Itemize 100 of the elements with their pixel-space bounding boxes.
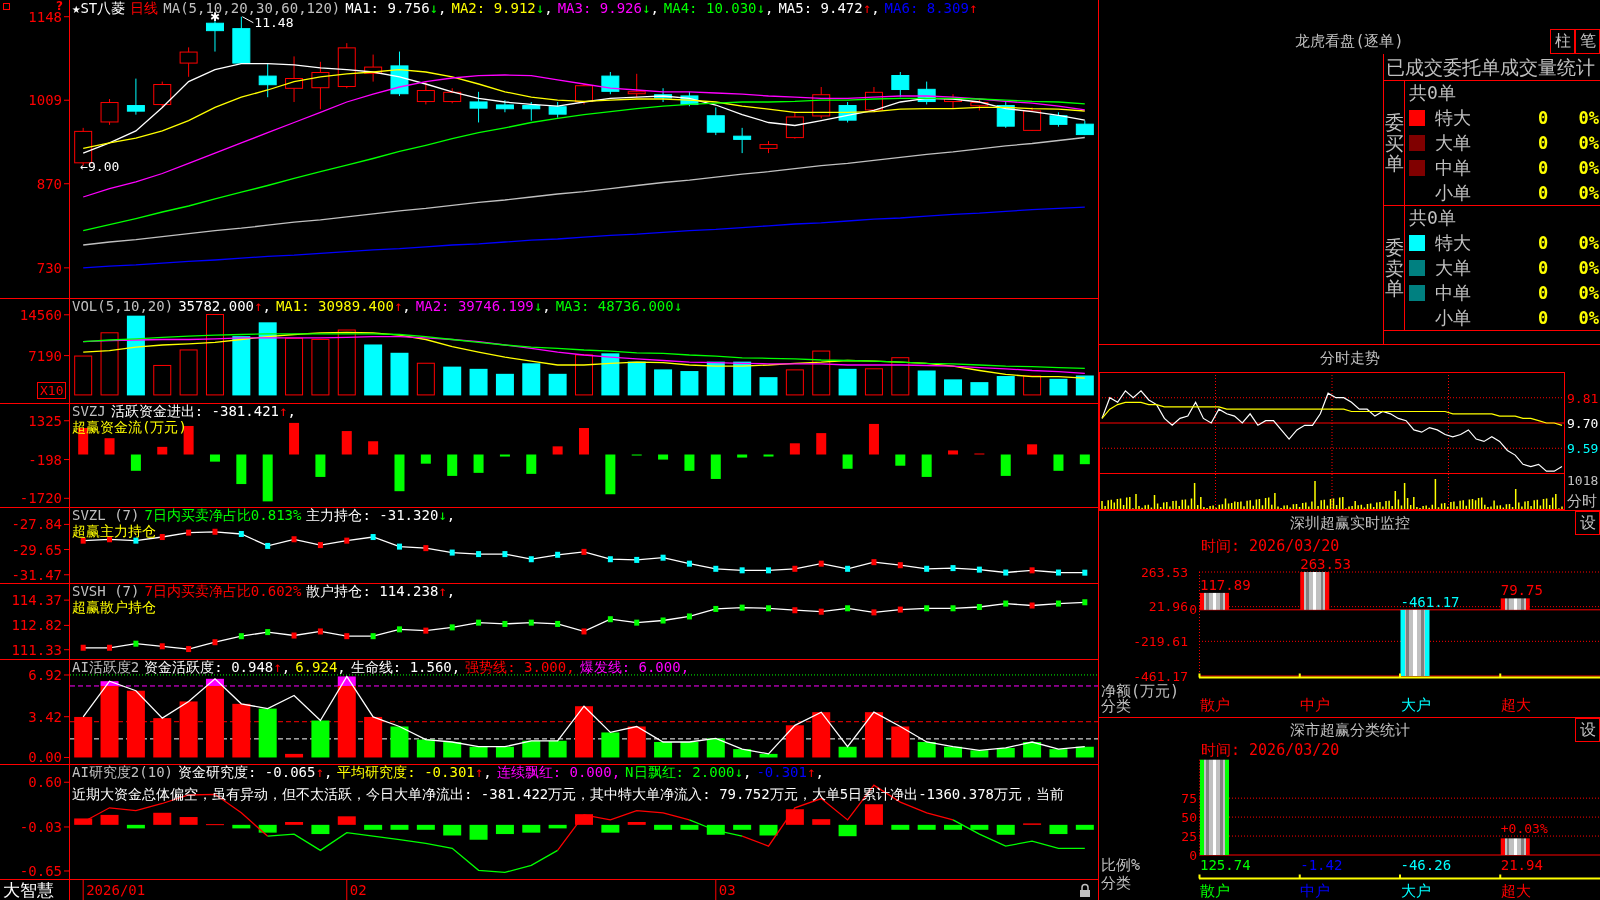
candlestick xyxy=(864,86,883,113)
research-bar xyxy=(706,824,725,835)
axis-label: 21.96 xyxy=(1148,599,1188,615)
category-label: 中户 xyxy=(1300,882,1331,900)
activity-bar xyxy=(179,701,198,758)
volume-bar xyxy=(970,382,989,396)
volume-bar xyxy=(495,373,514,396)
fund-flow-bar xyxy=(1027,444,1038,455)
volume-bar xyxy=(917,370,936,396)
help-mark[interactable]: ? xyxy=(56,0,63,13)
activity-bar xyxy=(917,741,936,758)
volume-bar xyxy=(601,353,620,396)
candlestick xyxy=(179,46,198,78)
activity-bar xyxy=(390,726,409,758)
research-bar xyxy=(443,824,462,836)
candlestick xyxy=(522,101,541,122)
candlestick xyxy=(337,42,356,89)
volume-bar xyxy=(443,366,462,396)
candlestick xyxy=(469,91,488,123)
activity-bar xyxy=(575,706,593,758)
value-label: 21.94 xyxy=(1500,857,1543,873)
candlestick xyxy=(495,99,514,113)
signal-marker xyxy=(212,639,218,646)
fund-flow-bar xyxy=(658,454,669,460)
candlestick xyxy=(601,71,620,95)
axis-label: 25 xyxy=(1181,828,1197,844)
axis-label: -29.65 xyxy=(11,541,62,558)
signal-marker xyxy=(291,632,297,639)
settings-button[interactable]: 设 xyxy=(1575,718,1600,742)
axis-label: 75 xyxy=(1181,790,1197,806)
order-share: 0% xyxy=(1578,282,1600,303)
volume-bar xyxy=(469,368,488,396)
axis-label: 50 xyxy=(1181,809,1197,825)
signal-marker xyxy=(581,548,587,555)
order-size-label: 中单 xyxy=(1435,280,1471,305)
table-title: 已成交委托单成交量统计 xyxy=(1384,54,1600,81)
legend-item: SVZL (7) xyxy=(72,508,140,523)
activity-bar xyxy=(759,753,778,758)
order-share: 0% xyxy=(1578,232,1600,253)
section-title: 分时走势 xyxy=(1319,349,1380,368)
order-total: 共0单 xyxy=(1409,206,1456,230)
volume-bar xyxy=(522,363,541,396)
settings-button[interactable]: 设 xyxy=(1575,511,1600,535)
activity-bar xyxy=(1075,746,1094,758)
axis-label: -0.65 xyxy=(19,863,62,879)
section-title: 深圳超赢实时监控 xyxy=(1289,513,1410,533)
activity-bar xyxy=(601,732,620,758)
order-share: 0% xyxy=(1578,157,1600,178)
signal-marker xyxy=(976,604,982,610)
research-bar xyxy=(654,824,673,830)
axis-label: 7190 xyxy=(28,347,62,364)
order-total: 共0单 xyxy=(1409,81,1456,105)
volume-bar xyxy=(311,338,330,396)
signal-marker xyxy=(502,620,508,627)
signal-marker xyxy=(80,644,86,651)
research-bar xyxy=(337,816,356,825)
order-count: 0 xyxy=(1537,157,1549,178)
view-toggle-button[interactable]: 柱 xyxy=(1550,29,1575,54)
signal-marker xyxy=(476,551,482,558)
legend-item: MA1: 30989.400↑, xyxy=(275,299,411,314)
value-label: 125.74 xyxy=(1200,857,1251,873)
signal-marker xyxy=(186,646,192,653)
order-size-label: 大单 xyxy=(1435,130,1471,155)
order-count: 0 xyxy=(1537,307,1549,328)
research-bar xyxy=(469,824,488,840)
candlestick xyxy=(258,63,277,98)
candlestick xyxy=(311,61,330,110)
signal-marker xyxy=(871,559,877,566)
order-count: 0 xyxy=(1537,132,1549,153)
fund-flow-bar xyxy=(130,454,141,471)
fund-flow-bar xyxy=(1053,454,1064,471)
legend-item: 35782.000↑, xyxy=(178,299,271,314)
activity-bar xyxy=(311,720,330,758)
research-bar xyxy=(838,824,857,837)
signal-marker xyxy=(1055,569,1061,576)
axis-title: 分时 xyxy=(1567,492,1597,510)
signal-marker xyxy=(897,606,903,613)
signal-marker xyxy=(581,628,587,635)
axis-label: 14560 xyxy=(19,306,62,323)
activity-bar xyxy=(126,690,145,758)
volume-bar xyxy=(364,344,383,396)
signal-marker xyxy=(766,605,771,612)
fund-flow-bar xyxy=(579,428,589,455)
legend-item: 主力持仓: -31.320↓, xyxy=(306,508,456,523)
volume-bar xyxy=(1023,375,1042,396)
activity-bar xyxy=(733,749,752,758)
candlestick xyxy=(838,101,857,123)
price-annotation: 11.48 xyxy=(254,14,294,30)
activity-bar xyxy=(996,747,1015,758)
volume-bar xyxy=(74,355,93,396)
volume-bar xyxy=(838,368,857,396)
fund-flow-bar xyxy=(473,454,484,473)
candlestick xyxy=(970,97,989,111)
volume-bar xyxy=(680,371,699,396)
volume-bar xyxy=(891,357,910,396)
change-label: +0.03% xyxy=(1500,821,1548,837)
signal-marker xyxy=(107,644,113,651)
axis-title: 比例% xyxy=(1101,856,1141,874)
signal-marker xyxy=(634,619,640,626)
view-toggle-button[interactable]: 笔 xyxy=(1575,29,1600,54)
